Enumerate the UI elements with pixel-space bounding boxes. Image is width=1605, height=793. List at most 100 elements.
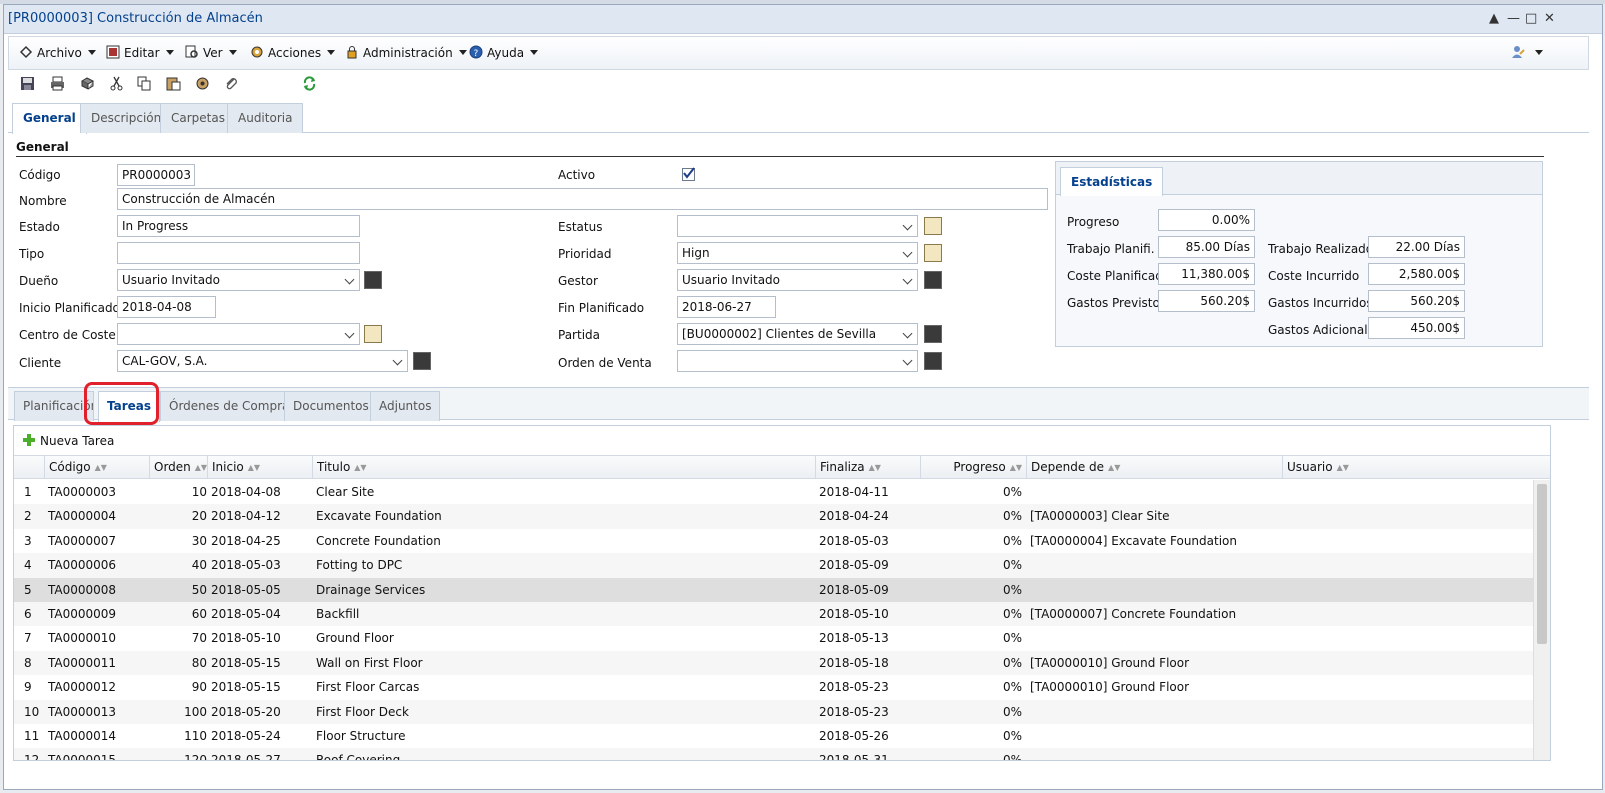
table-row[interactable]: 12 TA0000015 120 2018-05-27 Roof Covering 201… bbox=[14, 748, 1534, 761]
centro-lookup-button[interactable] bbox=[364, 325, 382, 343]
cliente-select[interactable]: CAL-GOV, S.A. bbox=[117, 350, 408, 372]
gestor-lookup-button[interactable] bbox=[924, 271, 942, 289]
actions-icon bbox=[251, 46, 263, 58]
table-row[interactable]: 3 TA0000007 30 2018-04-25 Concrete Foundatio… bbox=[14, 529, 1534, 553]
cell-codigo: TA0000006 bbox=[48, 558, 117, 573]
minimize-icon[interactable]: — bbox=[1507, 11, 1520, 26]
plus-icon bbox=[23, 434, 35, 446]
tab-adjuntos[interactable]: Adjuntos bbox=[370, 391, 441, 421]
cell-codigo: TA0000012 bbox=[48, 680, 117, 695]
menu-ver[interactable]: Ver bbox=[185, 45, 237, 60]
tab-carpetas[interactable]: Carpetas bbox=[160, 103, 236, 133]
prioridad-lookup-button[interactable] bbox=[924, 244, 942, 262]
menu-editar[interactable]: Editar bbox=[106, 45, 174, 60]
menu-administracion[interactable]: Administración bbox=[345, 45, 467, 60]
cell-inicio: 2018-05-15 bbox=[211, 655, 281, 670]
prioridad-select[interactable]: Hign bbox=[677, 242, 918, 264]
cell-orden: 120 bbox=[184, 753, 207, 761]
refresh-icon[interactable] bbox=[302, 76, 317, 91]
table-row[interactable]: 7 TA0000010 70 2018-05-10 Ground Floor 2018-0… bbox=[14, 626, 1534, 650]
table-row[interactable]: 1 TA0000003 10 2018-04-08 Clear Site 2018-04-… bbox=[14, 480, 1534, 504]
col-depende[interactable]: Depende de ▲▼ bbox=[1026, 456, 1282, 479]
menu-bar: Archivo Editar Ver Acciones Administraci… bbox=[8, 36, 1589, 70]
coste-incurrido-field: 2,580.00$ bbox=[1368, 263, 1465, 285]
tab-auditoria[interactable]: Auditoria bbox=[227, 103, 304, 133]
menu-ayuda[interactable]: ? Ayuda bbox=[469, 45, 539, 60]
dueno-select[interactable]: Usuario Invitado bbox=[117, 269, 360, 291]
tab-documentos[interactable]: Documentos bbox=[284, 391, 378, 421]
cell-depende: [TA0000010] Ground Floor bbox=[1030, 655, 1190, 670]
table-row[interactable]: 11 TA0000014 110 2018-05-24 Floor Structure 2… bbox=[14, 724, 1534, 748]
orden-venta-lookup-button[interactable] bbox=[924, 352, 942, 370]
estado-field[interactable]: In Progress bbox=[117, 215, 360, 237]
table-row[interactable]: 2 TA0000004 20 2018-04-12 Excavate Foundatio… bbox=[14, 504, 1534, 529]
partida-lookup-button[interactable] bbox=[924, 325, 942, 343]
menu-archivo[interactable]: Archivo bbox=[19, 45, 96, 60]
col-label: Titulo bbox=[317, 460, 351, 474]
tab-general[interactable]: General bbox=[12, 103, 87, 134]
cell-titulo: Excavate Foundation bbox=[316, 509, 442, 524]
activo-checkbox[interactable] bbox=[682, 167, 695, 181]
col-progreso[interactable]: Progreso ▲▼ bbox=[920, 456, 1026, 479]
delete-icon[interactable] bbox=[80, 76, 95, 91]
col-codigo[interactable]: Código ▲▼ bbox=[44, 456, 149, 479]
sub-tabs: Planificación Tareas Órdenes de Compra D… bbox=[8, 387, 1589, 422]
save-icon[interactable] bbox=[20, 76, 35, 91]
user-menu[interactable] bbox=[1511, 45, 1543, 60]
col-orden[interactable]: Orden ▲▼ bbox=[149, 456, 207, 479]
table-row[interactable]: 5 TA0000008 50 2018-05-05 Drainage Services 2… bbox=[14, 577, 1534, 602]
col-titulo[interactable]: Titulo ▲▼ bbox=[312, 456, 815, 479]
cell-progreso: 0% bbox=[1002, 729, 1022, 743]
chevron-down-icon bbox=[392, 355, 403, 366]
cliente-lookup-button[interactable] bbox=[413, 352, 431, 370]
table-row[interactable]: 9 TA0000012 90 2018-05-15 First Floor Carcas… bbox=[14, 675, 1534, 699]
paste-icon[interactable] bbox=[166, 76, 181, 91]
maximize-icon[interactable]: □ bbox=[1525, 11, 1537, 26]
gestor-select[interactable]: Usuario Invitado bbox=[677, 269, 918, 291]
cliente-value: CAL-GOV, S.A. bbox=[122, 354, 208, 368]
fin-label: Fin Planificado bbox=[558, 301, 645, 315]
cell-inicio: 2018-04-25 bbox=[211, 533, 281, 548]
cell-inicio: 2018-05-24 bbox=[211, 729, 281, 743]
table-row[interactable]: 10 TA0000013 100 2018-05-20 First Floor Deck… bbox=[14, 699, 1534, 724]
estatus-select[interactable] bbox=[677, 215, 918, 237]
collapse-icon[interactable]: ▲ bbox=[1489, 11, 1499, 26]
tab-descripcion[interactable]: Descripción bbox=[80, 103, 173, 133]
estatus-lookup-button[interactable] bbox=[924, 217, 942, 235]
col-inicio[interactable]: Inicio ▲▼ bbox=[207, 456, 312, 479]
title-bar: [PR0000003] Construcción de Almacén ▲ — … bbox=[4, 5, 1602, 34]
print-icon[interactable] bbox=[50, 76, 65, 91]
cell-inicio: 2018-04-08 bbox=[211, 485, 281, 499]
table-row[interactable]: 6 TA0000009 60 2018-05-04 Backfill 2018-05-10… bbox=[14, 602, 1534, 627]
cut-icon[interactable] bbox=[109, 76, 124, 91]
cell-finaliza: 2018-05-26 bbox=[819, 729, 889, 743]
attach-icon[interactable] bbox=[224, 76, 239, 91]
col-finaliza[interactable]: Finaliza ▲▼ bbox=[815, 456, 920, 479]
edit-icon bbox=[106, 45, 120, 59]
centro-select[interactable] bbox=[117, 323, 360, 345]
tab-estadisticas[interactable]: Estadísticas bbox=[1060, 167, 1164, 196]
gastos-incurridos-field: 560.20$ bbox=[1368, 290, 1465, 312]
copy-icon[interactable] bbox=[137, 76, 152, 91]
table-row[interactable]: 4 TA0000006 40 2018-05-03 Fotting to DPC 2018… bbox=[14, 553, 1534, 578]
inicio-field[interactable]: 2018-04-08 bbox=[117, 296, 216, 318]
codigo-field[interactable]: PR0000003 bbox=[117, 164, 195, 186]
tab-ordenes-compra[interactable]: Órdenes de Compra bbox=[160, 391, 299, 421]
cell-finaliza: 2018-04-24 bbox=[819, 509, 889, 524]
dueno-lookup-button[interactable] bbox=[364, 271, 382, 289]
menu-acciones[interactable]: Acciones bbox=[250, 45, 336, 60]
orden-venta-select[interactable] bbox=[677, 350, 918, 372]
nueva-tarea-button[interactable]: Nueva Tarea bbox=[22, 433, 114, 448]
col-usuario[interactable]: Usuario ▲▼ bbox=[1282, 456, 1534, 479]
close-icon[interactable]: ✕ bbox=[1544, 11, 1555, 26]
table-row[interactable]: 8 TA0000011 80 2018-05-15 Wall on First Floo… bbox=[14, 650, 1534, 676]
fin-field[interactable]: 2018-06-27 bbox=[677, 296, 776, 318]
scrollbar-thumb[interactable] bbox=[1537, 484, 1547, 644]
nombre-field[interactable]: Construcción de Almacén bbox=[117, 188, 1048, 210]
tab-planificacion[interactable]: Planificación bbox=[14, 391, 94, 421]
chevron-down-icon bbox=[1535, 50, 1543, 55]
partida-select[interactable]: [BU0000002] Clientes de Sevilla bbox=[677, 323, 918, 345]
grid-scrollbar[interactable] bbox=[1533, 480, 1550, 760]
settings-icon[interactable] bbox=[195, 76, 210, 91]
tipo-field[interactable] bbox=[117, 242, 360, 264]
